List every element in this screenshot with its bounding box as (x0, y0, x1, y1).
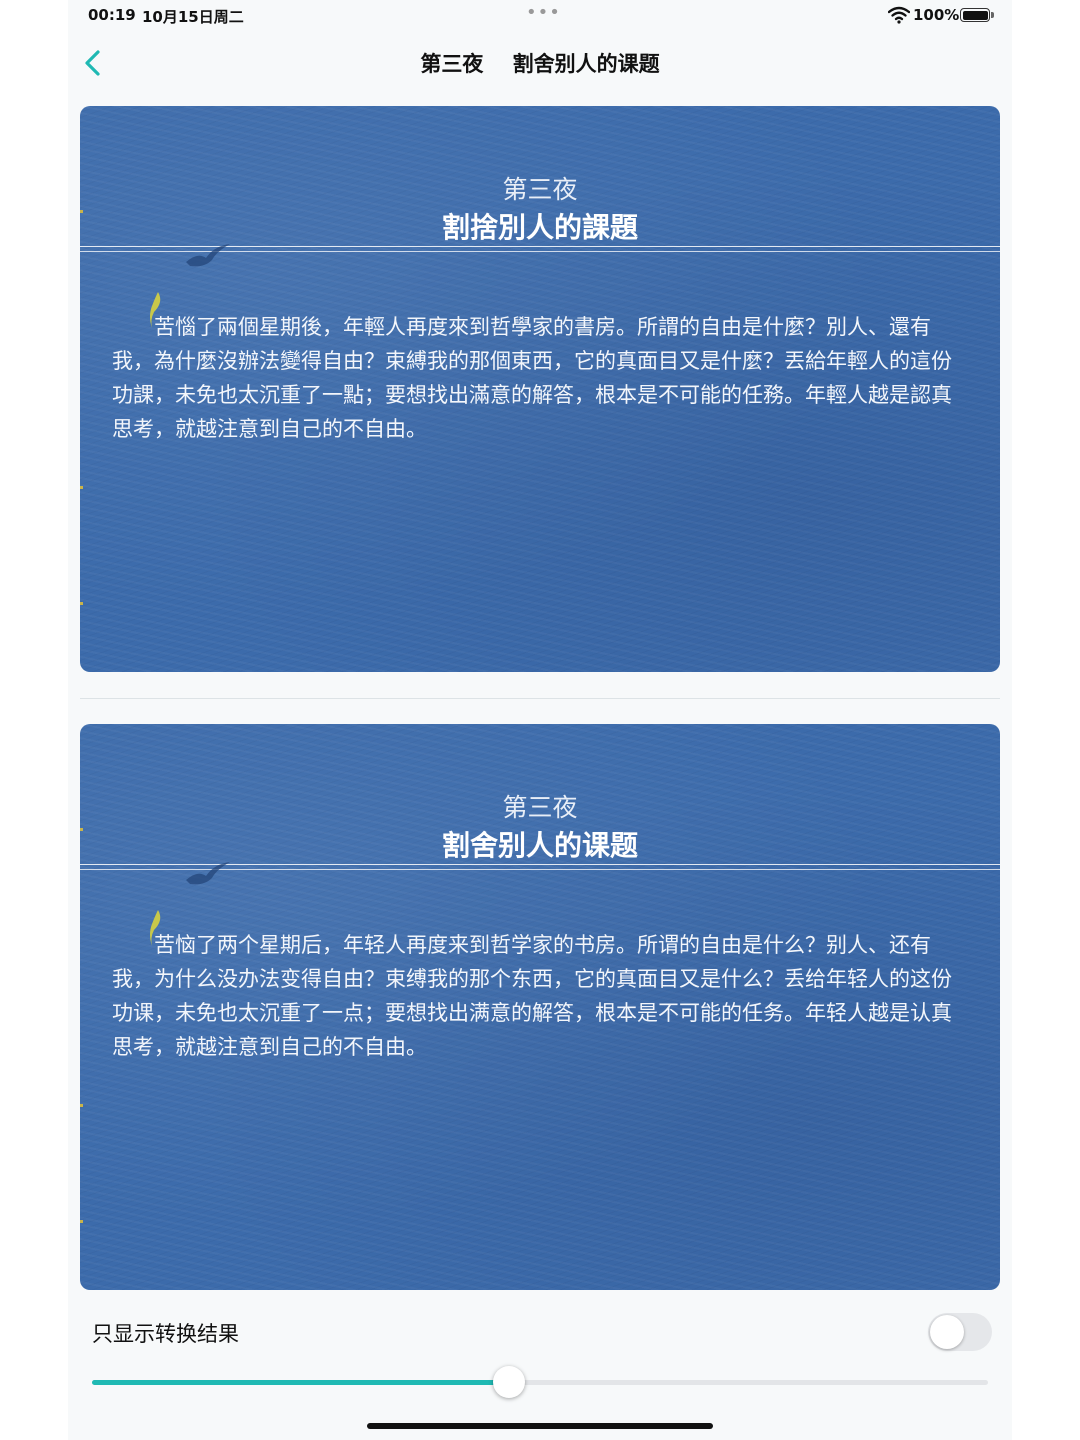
status-date: 10月15日周二 (142, 8, 244, 26)
status-bar: 00:19 10月15日周二 ••• 100% (68, 0, 1012, 32)
navigation-bar: 第三夜 割舍别人的课题 (68, 36, 1012, 90)
battery-icon (960, 8, 994, 22)
app-screen: 00:19 10月15日周二 ••• 100% 第三夜 割舍别人的课题 第三夜 … (68, 0, 1012, 1440)
card-heading: 割捨別人的課題 (441, 211, 638, 244)
multitasking-dots-icon[interactable]: ••• (526, 2, 561, 23)
battery-percent: 100% (913, 6, 960, 24)
show-result-only-toggle[interactable] (928, 1313, 992, 1351)
slider-fill (92, 1380, 509, 1385)
bird-icon (186, 862, 230, 885)
toggle-label: 只显示转换结果 (92, 1322, 239, 1346)
texture-speck (80, 602, 83, 605)
wifi-icon (888, 6, 910, 24)
card-body-text: 苦恼了两个星期后，年轻人再度来到哲学家的书房。所谓的自由是什么？别人、还有我，为… (112, 933, 952, 1059)
original-text-card: 第三夜 割捨別人的課題 苦惱了兩個星期後，年輕人再度來到哲學家的書房。所謂的自由… (80, 106, 1000, 672)
card-chapter: 第三夜 (502, 793, 578, 822)
bird-icon (186, 244, 230, 267)
converted-text-card: 第三夜 割舍别人的课题 苦恼了两个星期后，年轻人再度来到哲学家的书房。所谓的自由… (80, 724, 1000, 1290)
page-title: 第三夜 割舍别人的课题 (420, 52, 660, 76)
section-divider (80, 698, 1000, 699)
texture-speck (80, 1220, 83, 1223)
home-indicator (367, 1423, 713, 1429)
font-size-slider[interactable] (92, 1362, 988, 1402)
card-body-text: 苦惱了兩個星期後，年輕人再度來到哲學家的書房。所謂的自由是什麼？別人、還有我，為… (112, 315, 952, 441)
toggle-knob (930, 1315, 964, 1349)
card-chapter: 第三夜 (502, 175, 578, 204)
slider-thumb[interactable] (492, 1366, 525, 1398)
status-time: 00:19 (88, 6, 136, 24)
texture-speck (80, 486, 83, 489)
card-heading: 割舍别人的课题 (441, 829, 638, 862)
texture-speck (80, 1104, 83, 1107)
